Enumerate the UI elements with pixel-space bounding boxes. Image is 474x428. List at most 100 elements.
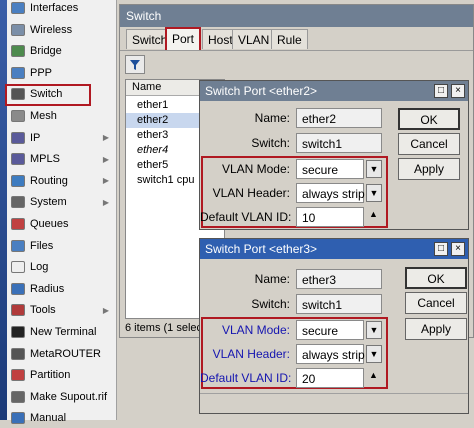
chevron-up-icon[interactable]: ▲	[369, 209, 378, 219]
vlan-mode-select[interactable]: secure	[296, 159, 364, 179]
apply-button[interactable]: Apply	[405, 318, 467, 340]
sidebar-item-label: Files	[30, 239, 54, 252]
cancel-button[interactable]: Cancel	[398, 133, 460, 155]
sidebar-item-label: Manual	[30, 412, 67, 425]
switch-field: switch1	[296, 133, 382, 153]
radius-icon	[11, 282, 25, 295]
vlan-header-select[interactable]: always strip	[296, 344, 365, 364]
wireless-icon	[11, 23, 25, 36]
close-icon[interactable]: ×	[451, 242, 465, 256]
sidebar-item-mesh[interactable]: Mesh	[7, 106, 117, 126]
chevron-up-icon[interactable]: ▲	[369, 370, 378, 380]
mesh-icon	[11, 110, 25, 122]
switch-port-dialog-ether3: Switch Port <ether3> □ × Name: ether3 Sw…	[199, 238, 469, 414]
terminal-icon	[11, 326, 25, 338]
submenu-arrow-icon: ▶	[102, 176, 109, 186]
dialog-ether2-title: Switch Port <ether2>	[200, 81, 468, 101]
sidebar-item-new-terminal[interactable]: New Terminal	[7, 322, 117, 342]
tools-icon	[11, 304, 25, 317]
tab-bar-divider	[120, 50, 473, 51]
chevron-down-icon[interactable]: ▼	[366, 160, 382, 178]
routing-icon	[11, 174, 25, 187]
sidebar-item-manual[interactable]: Manual	[7, 408, 117, 428]
chevron-down-icon[interactable]: ▼	[366, 345, 382, 363]
sidebar-item-queues[interactable]: Queues	[7, 214, 117, 234]
sidebar-item-files[interactable]: Files	[7, 236, 117, 256]
status-bar: 6 items (1 selec	[125, 322, 203, 334]
log-icon	[11, 261, 25, 274]
interfaces-icon	[11, 2, 25, 14]
sidebar-item-label: Routing	[30, 174, 68, 187]
submenu-arrow-icon: ▶	[102, 305, 109, 315]
ok-button[interactable]: OK	[398, 108, 460, 130]
sidebar-item-radius[interactable]: Radius	[7, 279, 117, 299]
default-vlan-id-input[interactable]: 20	[296, 368, 364, 388]
vlan-mode-select[interactable]: secure	[296, 320, 364, 340]
vlan-header-label: VLAN Header:	[212, 186, 290, 200]
sidebar-item-partition[interactable]: Partition	[7, 365, 117, 385]
queues-icon	[11, 218, 25, 230]
sidebar-menu: Interfaces Wireless Bridge PPP Switch Mesh IP ▶…	[7, 0, 117, 425]
sidebar-item-system[interactable]: System ▶	[7, 192, 117, 212]
submenu-arrow-icon: ▶	[102, 154, 109, 164]
sidebar-item-routing[interactable]: Routing ▶	[7, 171, 117, 191]
name-label: Name:	[254, 272, 290, 286]
manual-icon	[11, 412, 25, 425]
submenu-arrow-icon: ▶	[102, 197, 109, 207]
submenu-arrow-icon: ▶	[102, 133, 109, 143]
sidebar-item-bridge[interactable]: Bridge	[7, 41, 117, 61]
default-vlan-id-label: Default VLAN ID:	[200, 210, 292, 224]
sidebar-item-tools[interactable]: Tools ▶	[7, 300, 117, 320]
restore-icon[interactable]: □	[434, 84, 448, 98]
sidebar-item-interfaces[interactable]: Interfaces	[7, 0, 117, 18]
bridge-icon	[11, 45, 25, 58]
tab-rule[interactable]: Rule	[271, 29, 308, 49]
sidebar-item-ppp[interactable]: PPP	[7, 63, 117, 83]
sidebar-item-ip[interactable]: IP ▶	[7, 128, 117, 148]
switch-menu-highlight	[5, 84, 91, 106]
vlan-mode-label: VLAN Mode:	[221, 162, 290, 176]
switch-label: Switch:	[251, 297, 290, 311]
cancel-button[interactable]: Cancel	[405, 292, 467, 314]
close-icon[interactable]: ×	[451, 84, 465, 98]
default-vlan-id-label: Default VLAN ID:	[200, 371, 292, 385]
default-vlan-id-input[interactable]: 10	[296, 207, 364, 227]
chevron-down-icon[interactable]: ▼	[366, 184, 382, 202]
files-icon	[11, 239, 25, 252]
system-icon	[11, 196, 25, 209]
vlan-mode-label: VLAN Mode:	[221, 323, 290, 337]
filter-button[interactable]	[125, 55, 145, 74]
partition-icon	[11, 369, 25, 382]
sidebar-item-make-supout-rif[interactable]: Make Supout.rif	[7, 387, 117, 407]
vlan-header-select[interactable]: always strip	[296, 183, 365, 203]
sidebar-item-label: IP	[30, 131, 41, 144]
sidebar-item-label: Bridge	[30, 45, 62, 58]
sidebar-item-metarouter[interactable]: MetaROUTER	[7, 344, 117, 364]
sidebar-item-label: Mesh	[30, 110, 57, 122]
sidebar-item-label: MPLS	[30, 153, 60, 166]
apply-button[interactable]: Apply	[398, 158, 460, 180]
sidebar-item-label: MetaROUTER	[30, 347, 101, 360]
sidebar-item-label: Log	[30, 261, 49, 274]
sidebar-item-wireless[interactable]: Wireless	[7, 20, 117, 40]
ok-button[interactable]: OK	[405, 267, 467, 289]
tab-vlan[interactable]: VLAN	[232, 29, 276, 49]
sidebar-item-label: New Terminal	[30, 326, 97, 338]
sidebar-item-mpls[interactable]: MPLS ▶	[7, 149, 117, 169]
switch-window-title: Switch	[120, 5, 473, 27]
ppp-icon	[11, 66, 25, 79]
name-field: ether3	[296, 269, 382, 289]
dialog-ether3-title: Switch Port <ether3>	[200, 239, 468, 259]
sidebar-item-label: Tools	[30, 304, 56, 317]
switch-label: Switch:	[251, 136, 290, 150]
restore-icon[interactable]: □	[434, 242, 448, 256]
filter-icon	[130, 59, 140, 70]
sidebar-item-label: Interfaces	[30, 2, 79, 14]
chevron-down-icon[interactable]: ▼	[366, 321, 382, 339]
tab-port[interactable]: Port	[165, 27, 202, 50]
name-field: ether2	[296, 108, 382, 128]
sidebar-item-log[interactable]: Log	[7, 257, 117, 277]
supout-icon	[11, 390, 25, 403]
metarouter-icon	[11, 347, 25, 360]
name-label: Name:	[254, 111, 290, 125]
